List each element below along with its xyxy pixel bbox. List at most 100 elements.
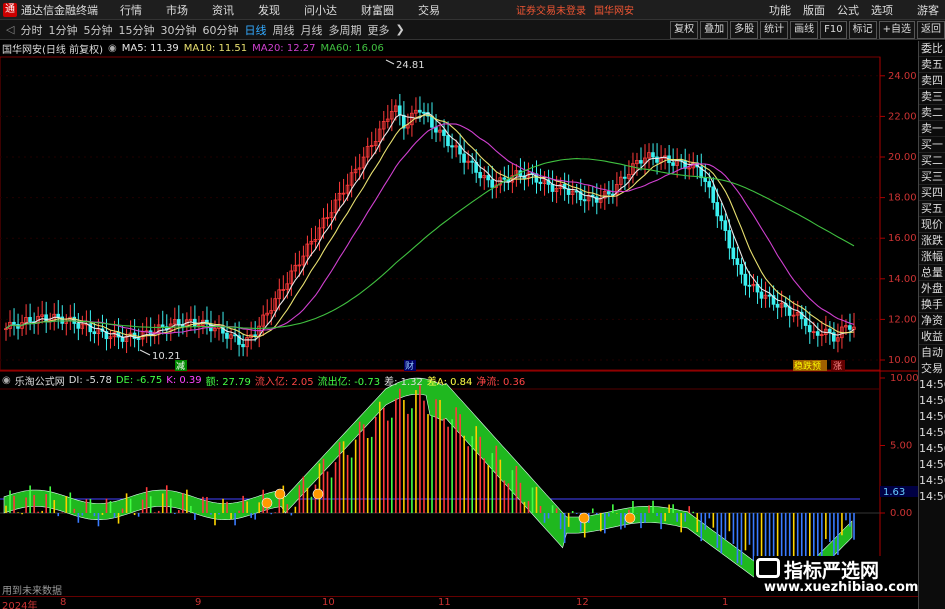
candle-body	[225, 332, 229, 339]
candle-body	[422, 111, 426, 114]
high-price-marker	[385, 59, 395, 65]
watermark-title: 指标严选网	[784, 560, 880, 582]
side-panel-item[interactable]: 买四	[919, 185, 945, 201]
stable-tag-label: 稳跌预	[794, 360, 821, 372]
date-axis: 2024年 8 9 10 11 12 1	[0, 596, 918, 609]
candle-body	[490, 179, 495, 188]
date-label-sep: 9	[195, 597, 202, 608]
side-panel-item[interactable]: 换手	[919, 297, 945, 313]
kline-chart-area[interactable]: 24.00 22.00 20.00 18.00 16.00 14.00 12.00 10.00…	[0, 0, 918, 596]
side-panel-item[interactable]: 收益	[919, 329, 945, 345]
high-price-label: 24.81	[396, 60, 425, 71]
side-panel-item[interactable]: 14:56	[919, 441, 945, 457]
candle-body	[486, 175, 490, 181]
side-panel-item[interactable]: 卖五	[919, 57, 945, 73]
candle-body	[538, 181, 543, 184]
side-panel-item[interactable]: 总量	[919, 265, 945, 281]
main-chart-legend: 国华网安(日线 前复权) ◉ MA5: 11.39 MA10: 11.51 MA…	[0, 41, 945, 56]
side-panel-item[interactable]: 买二	[919, 153, 945, 169]
candle-body	[550, 184, 555, 192]
ma60-line	[5, 158, 855, 330]
side-panel-item[interactable]: 外盘	[919, 281, 945, 297]
side-panel-item[interactable]: 净资	[919, 313, 945, 329]
candle-body	[727, 230, 732, 249]
date-label-jan: 1	[722, 597, 729, 608]
signal-marker	[312, 488, 324, 500]
candle-body	[582, 199, 587, 202]
signal-marker	[624, 512, 636, 524]
back-button[interactable]: 返回	[917, 21, 945, 39]
candle-body	[606, 191, 611, 195]
candle-body	[707, 181, 712, 188]
y-tick-label: 24.00	[888, 71, 917, 82]
side-panel-item[interactable]: 14:56	[919, 473, 945, 489]
ma20-label: MA20: 12.27	[252, 43, 316, 54]
settings-gear-icon[interactable]: ◉	[2, 375, 11, 386]
candle-body	[160, 324, 165, 328]
side-panel-item[interactable]: 14:56	[919, 457, 945, 473]
candle-body	[446, 135, 450, 147]
side-panel-item[interactable]: 卖一	[919, 121, 945, 137]
side-panel-item[interactable]: 涨跌	[919, 233, 945, 249]
candle-body	[136, 338, 141, 340]
side-panel-item[interactable]: 自动	[919, 345, 945, 361]
candle-body	[759, 291, 764, 299]
candle-body	[739, 264, 744, 275]
quote-side-panel: 委比 卖五 卖四 卖三 卖二 卖一 买一 买二 买三 买四 买五 现价 涨跌 涨幅 总量 外盘 换手 净资 收益 自动…	[918, 41, 945, 609]
date-label-oct: 10	[322, 597, 335, 608]
side-panel-item[interactable]: 现价	[919, 217, 945, 233]
side-panel-item[interactable]: 14:56	[919, 489, 945, 505]
candle-body	[76, 323, 81, 329]
candle-body	[176, 319, 181, 325]
sub-y-tick-label: 5.00	[890, 441, 912, 452]
y-tick-label: 12.00	[888, 314, 917, 325]
settings-gear-icon[interactable]: ◉	[108, 43, 117, 54]
ma5-label: MA5: 11.39	[121, 43, 179, 54]
reduce-tag-label: 减	[176, 360, 185, 372]
side-panel-item[interactable]: 14:56	[919, 377, 945, 393]
outflow-value: 流出亿: -0.73	[317, 376, 381, 388]
side-panel-item[interactable]: 买五	[919, 201, 945, 217]
side-panel-item[interactable]: 卖三	[919, 89, 945, 105]
candle-body	[815, 331, 820, 336]
date-label-dec: 12	[576, 597, 589, 608]
side-panel-item[interactable]: 买三	[919, 169, 945, 185]
current-value-label: 1.63	[883, 487, 905, 498]
candle-body	[731, 247, 736, 260]
side-panel-item[interactable]: 14:56	[919, 409, 945, 425]
side-panel-item[interactable]: 14:56	[919, 393, 945, 409]
ma60-label: MA60: 16.06	[320, 43, 384, 54]
side-panel-item[interactable]: 14:56	[919, 425, 945, 441]
candle-body	[418, 109, 422, 113]
inflow-value: 流入亿: 2.05	[254, 376, 314, 388]
side-panel-item[interactable]: 涨幅	[919, 249, 945, 265]
candle-body	[807, 325, 812, 333]
finance-tag-label: 财	[405, 360, 414, 372]
side-panel-item[interactable]: 交易	[919, 361, 945, 377]
side-panel-item[interactable]: 买一	[919, 137, 945, 153]
candle-body	[848, 325, 852, 330]
low-price-marker	[139, 349, 151, 356]
main-plot-frame	[0, 56, 881, 371]
candle-body	[478, 171, 482, 179]
side-panel-item[interactable]: 卖四	[919, 73, 945, 89]
signal-marker	[274, 488, 286, 500]
candle-body	[470, 160, 474, 163]
candle-body	[723, 220, 728, 231]
candle-body	[655, 156, 659, 163]
candle-body	[767, 294, 772, 297]
guest-user[interactable]: 游客	[917, 2, 939, 18]
candle-body	[442, 129, 446, 136]
side-panel-item[interactable]: 委比	[919, 41, 945, 57]
date-label-aug: 8	[60, 597, 67, 608]
k-value: K: 0.39	[166, 374, 202, 386]
ma10-label: MA10: 11.51	[183, 43, 248, 54]
candle-body	[594, 196, 599, 203]
candle-body	[623, 176, 627, 179]
side-panel-item[interactable]: 卖二	[919, 105, 945, 121]
candle-body	[92, 331, 97, 335]
future-data-note: 用到未来数据	[2, 586, 62, 597]
indicator-title: 乐淘公式网	[14, 376, 65, 388]
date-label-year: 2024年	[2, 601, 38, 609]
candle-body	[715, 202, 720, 217]
